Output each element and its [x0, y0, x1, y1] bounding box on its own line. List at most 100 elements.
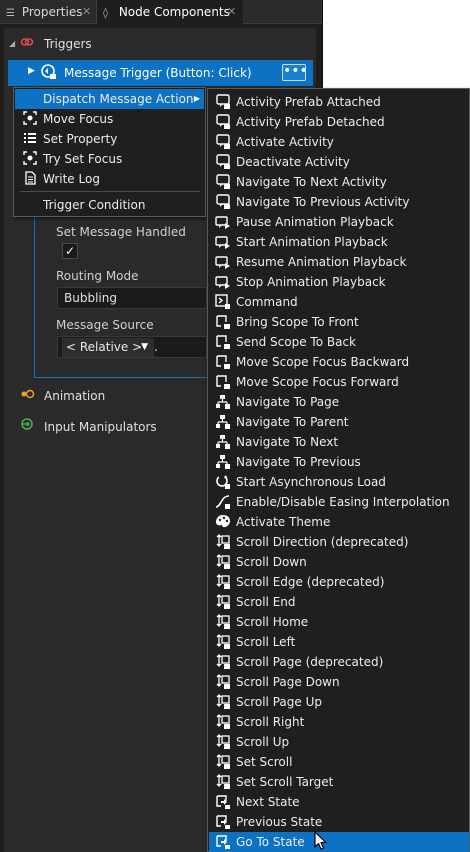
menu-item-scroll-direction-deprecated[interactable]: Scroll Direction (deprecated) — [209, 532, 469, 552]
menu-item-navigate-to-parent[interactable]: Navigate To Parent — [209, 412, 469, 432]
property-list-icon — [23, 131, 37, 145]
menu-item-set-property[interactable]: Set Property — [15, 129, 204, 149]
menu-item-navigate-to-page[interactable]: Navigate To Page — [209, 392, 469, 412]
menu-item-move-scope-focus-forward[interactable]: Move Scope Focus Forward — [209, 372, 469, 392]
chevron-down-icon[interactable]: ◢ — [9, 30, 15, 58]
set-message-handled-checkbox[interactable]: ✓ — [62, 243, 78, 259]
dispatch-message-submenu: Activity Prefab Attached Activity Prefab … — [207, 88, 470, 852]
animation-message-icon — [215, 274, 231, 290]
routing-mode-field[interactable]: Bubbling — [57, 287, 207, 309]
menu-item-label: Scroll Page Down — [236, 675, 340, 689]
set-message-handled-label: Set Message Handled — [56, 225, 186, 239]
chevron-down-icon: ▼ — [141, 342, 148, 352]
menu-item-start-animation-playback[interactable]: Start Animation Playback — [209, 232, 469, 252]
menu-item-label: Start Animation Playback — [236, 235, 388, 249]
scope-message-icon — [215, 374, 231, 390]
menu-item-try-set-focus[interactable]: Try Set Focus — [15, 149, 204, 169]
menu-item-scroll-page-up[interactable]: Scroll Page Up — [209, 692, 469, 712]
section-triggers[interactable]: ◢ Triggers — [4, 30, 316, 58]
command-message-icon — [215, 294, 231, 310]
menu-item-set-scroll[interactable]: Set Scroll — [209, 752, 469, 772]
close-icon[interactable]: ✕ — [227, 0, 236, 24]
triggers-icon — [20, 30, 34, 58]
routing-mode-label: Routing Mode — [56, 269, 139, 283]
menu-item-scroll-down[interactable]: Scroll Down — [209, 552, 469, 572]
tab-bar: ☰ Properties ✕ ◊ Node Components ✕ — [0, 0, 322, 24]
menu-item-activity-prefab-attached[interactable]: Activity Prefab Attached — [209, 92, 469, 112]
menu-item-label: Navigate To Previous — [236, 455, 361, 469]
chevron-right-icon[interactable]: ▶ — [28, 66, 35, 76]
message-bubble-icon — [215, 134, 231, 150]
more-options-button[interactable]: ••• — [282, 64, 308, 81]
menu-item-label: Bring Scope To Front — [236, 315, 359, 329]
menu-item-navigate-to-next[interactable]: Navigate To Next — [209, 432, 469, 452]
menu-item-move-focus[interactable]: Move Focus — [15, 109, 204, 129]
easing-icon — [215, 494, 231, 510]
menu-item-label: Activity Prefab Attached — [236, 95, 381, 109]
menu-item-label: Previous State — [236, 815, 323, 829]
menu-item-scroll-right[interactable]: Scroll Right — [209, 712, 469, 732]
menu-item-enable-disable-easing-interpolation[interactable]: Enable/Disable Easing Interpolation — [209, 492, 469, 512]
menu-item-label: Next State — [236, 795, 300, 809]
menu-item-go-to-state[interactable]: Go To State — [209, 832, 469, 852]
menu-item-next-state[interactable]: Next State — [209, 792, 469, 812]
menu-item-pause-animation-playback[interactable]: Pause Animation Playback — [209, 212, 469, 232]
animation-icon — [20, 382, 36, 410]
menu-item-bring-scope-to-front[interactable]: Bring Scope To Front — [209, 312, 469, 332]
menu-item-dispatch-message-action[interactable]: Dispatch Message Action ▶ — [15, 89, 204, 109]
menu-item-scroll-up[interactable]: Scroll Up — [209, 732, 469, 752]
menu-item-write-log[interactable]: Write Log — [15, 169, 204, 189]
menu-item-trigger-condition[interactable]: Trigger Condition — [15, 195, 204, 215]
scroll-message-icon — [215, 574, 231, 590]
menu-item-scroll-page-down[interactable]: Scroll Page Down — [209, 672, 469, 692]
menu-item-label: Scroll Page (deprecated) — [236, 655, 384, 669]
tab-properties[interactable]: ☰ Properties ✕ — [0, 0, 96, 24]
menu-item-start-asynchronous-load[interactable]: Start Asynchronous Load — [209, 472, 469, 492]
menu-item-label: Write Log — [43, 172, 100, 186]
menu-item-label: Move Scope Focus Backward — [236, 355, 410, 369]
menu-item-activate-theme[interactable]: Activate Theme — [209, 512, 469, 532]
menu-item-navigate-to-next-activity[interactable]: Navigate To Next Activity — [209, 172, 469, 192]
menu-item-scroll-home[interactable]: Scroll Home — [209, 612, 469, 632]
menu-item-label: Pause Animation Playback — [236, 215, 394, 229]
menu-item-label: Scroll Home — [236, 615, 309, 629]
menu-item-send-scope-to-back[interactable]: Send Scope To Back — [209, 332, 469, 352]
close-icon[interactable]: ✕ — [82, 0, 91, 24]
scroll-message-icon — [215, 554, 231, 570]
menu-item-label: Scroll Page Up — [236, 695, 322, 709]
scroll-message-icon — [215, 674, 231, 690]
tab-node-components[interactable]: ◊ Node Components ✕ — [97, 0, 243, 24]
menu-item-label: Move Focus — [43, 112, 114, 126]
menu-item-label: Activate Activity — [236, 135, 334, 149]
menu-item-scroll-edge-deprecated[interactable]: Scroll Edge (deprecated) — [209, 572, 469, 592]
navigation-tree-icon — [215, 394, 231, 410]
state-message-icon — [215, 794, 231, 810]
menu-item-previous-state[interactable]: Previous State — [209, 812, 469, 832]
menu-item-stop-animation-playback[interactable]: Stop Animation Playback — [209, 272, 469, 292]
message-source-value: < Relative > — [66, 340, 143, 354]
message-bubble-icon — [215, 94, 231, 110]
menu-item-label: Navigate To Page — [236, 395, 340, 409]
message-source-path[interactable]: . — [154, 337, 158, 357]
menu-item-command[interactable]: Command — [209, 292, 469, 312]
menu-item-activity-prefab-detached[interactable]: Activity Prefab Detached — [209, 112, 469, 132]
menu-item-navigate-to-previous-activity[interactable]: Navigate To Previous Activity — [209, 192, 469, 212]
section-animation-label: Animation — [44, 389, 106, 403]
menu-item-navigate-to-previous[interactable]: Navigate To Previous — [209, 452, 469, 472]
scope-message-icon — [215, 354, 231, 370]
menu-item-label: Deactivate Activity — [236, 155, 350, 169]
input-manipulators-icon — [20, 413, 34, 441]
menu-item-resume-animation-playback[interactable]: Resume Animation Playback — [209, 252, 469, 272]
menu-item-scroll-page-deprecated[interactable]: Scroll Page (deprecated) — [209, 652, 469, 672]
menu-item-deactivate-activity[interactable]: Deactivate Activity — [209, 152, 469, 172]
menu-item-move-scope-focus-backward[interactable]: Move Scope Focus Backward — [209, 352, 469, 372]
menu-item-scroll-end[interactable]: Scroll End — [209, 592, 469, 612]
menu-item-activate-activity[interactable]: Activate Activity — [209, 132, 469, 152]
menu-item-set-scroll-target[interactable]: Set Scroll Target — [209, 772, 469, 792]
menu-item-scroll-left[interactable]: Scroll Left — [209, 632, 469, 652]
scroll-message-icon — [215, 694, 231, 710]
scroll-message-icon — [215, 534, 231, 550]
message-source-dropdown[interactable]: < Relative > ▼ — [62, 338, 154, 357]
message-trigger-row[interactable]: ▶ Message Trigger (Button: Click) ••• — [8, 60, 313, 86]
menu-item-label: Scroll Up — [236, 735, 290, 749]
